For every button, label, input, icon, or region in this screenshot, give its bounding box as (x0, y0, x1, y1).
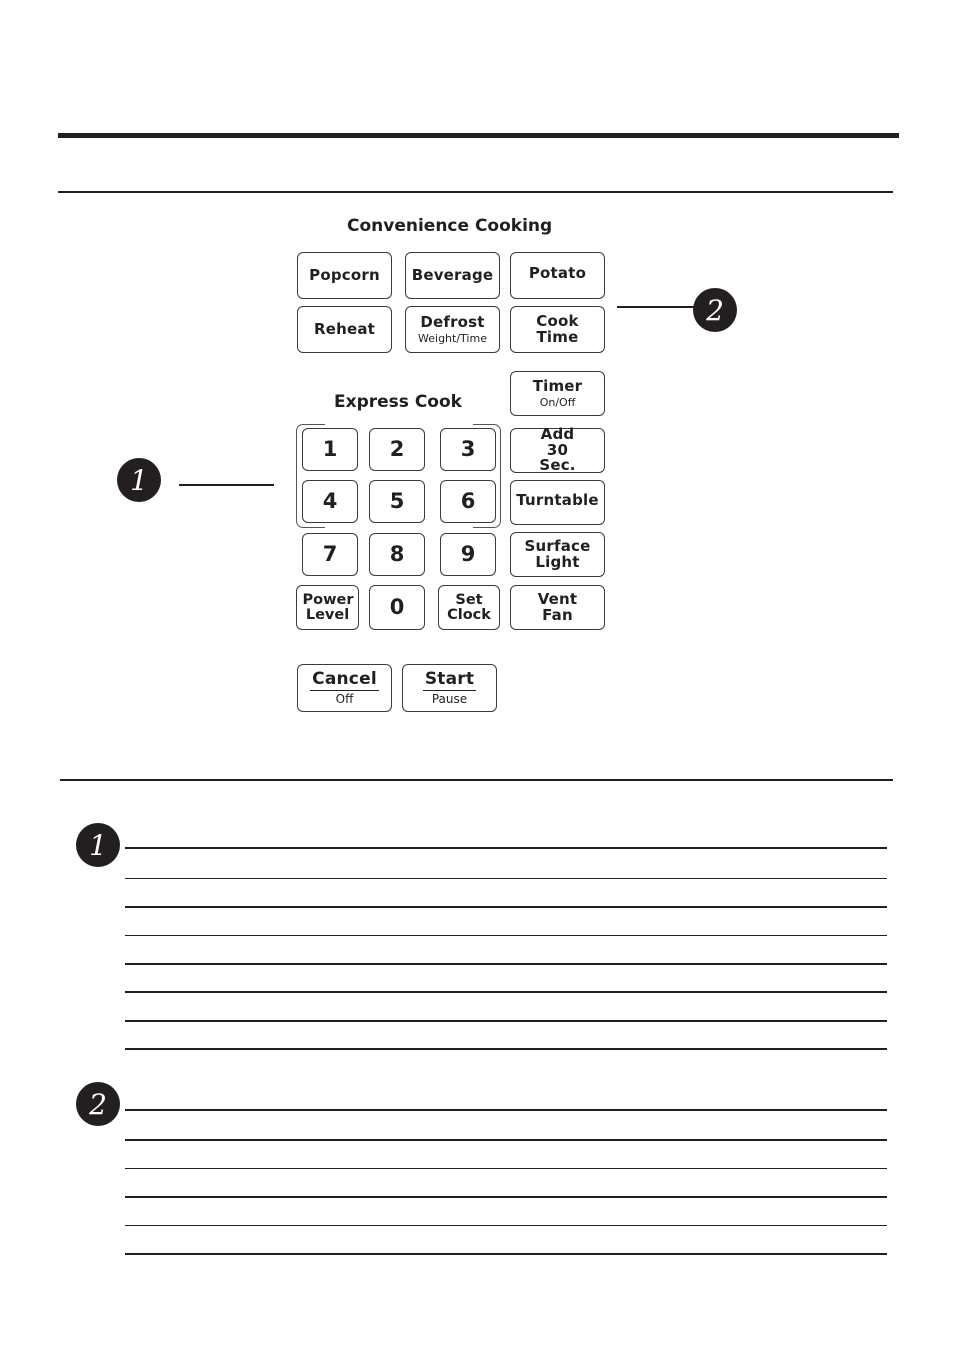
number-key-9[interactable]: 9 (440, 533, 496, 576)
section-1-line (125, 935, 887, 936)
add-30-sec-key[interactable]: Add 30 Sec. (510, 424, 605, 475)
key-sublabel: Weight/Time (418, 331, 487, 345)
number-key-1[interactable]: 1 (302, 428, 358, 471)
key-digit: 7 (322, 542, 338, 567)
section-2-line (125, 1196, 887, 1198)
section-2-line (125, 1168, 887, 1169)
key-label: Beverage (411, 265, 494, 284)
key-label: Set Clock (447, 592, 491, 623)
section-1-line (125, 991, 887, 993)
number-key-3[interactable]: 3 (440, 428, 496, 471)
number-key-7[interactable]: 7 (302, 533, 358, 576)
key-digit: 6 (460, 489, 476, 514)
key-digit: 3 (460, 437, 476, 462)
cancel-key[interactable]: Cancel Off (297, 664, 392, 712)
key-sublabel: On/Off (539, 395, 576, 409)
key-label: Start (422, 668, 477, 691)
section-2-badge: 2 (76, 1082, 120, 1126)
bracket-gap-bottom (325, 526, 473, 531)
number-key-4[interactable]: 4 (302, 480, 358, 523)
section-2-line (125, 1139, 887, 1141)
key-digit: 8 (389, 542, 405, 567)
set-clock-key[interactable]: Set Clock (438, 585, 500, 630)
key-digit: 2 (389, 437, 405, 462)
potato-key[interactable]: Potato (510, 252, 605, 299)
number-key-6[interactable]: 6 (440, 480, 496, 523)
diagram-bottom-rule (60, 779, 893, 781)
bracket-gap-top (325, 422, 473, 427)
key-label: Surface Light (524, 536, 591, 571)
number-key-0[interactable]: 0 (369, 585, 425, 630)
key-sublabel: Pause (431, 691, 468, 706)
key-label: Popcorn (309, 265, 380, 284)
callout-2-badge: 2 (693, 288, 737, 332)
beverage-key[interactable]: Beverage (405, 252, 500, 299)
key-label: Reheat (313, 319, 376, 338)
key-label: Turntable (516, 490, 599, 509)
key-label: Timer (532, 376, 583, 395)
section-1-line (125, 878, 887, 879)
key-sublabel: Off (335, 691, 354, 706)
section-1-line (125, 847, 887, 849)
cook-time-key[interactable]: Cook Time (510, 306, 605, 353)
key-digit: 5 (389, 489, 405, 514)
key-digit: 1 (322, 437, 338, 462)
section-2-line (125, 1109, 887, 1111)
key-label: Cook Time (536, 311, 579, 346)
key-digit: 4 (322, 489, 338, 514)
callout-2-leader (617, 306, 697, 308)
key-label: Power Level (302, 592, 354, 623)
vent-fan-key[interactable]: Vent Fan (510, 585, 605, 630)
key-digit: 0 (389, 595, 405, 620)
defrost-key[interactable]: Defrost Weight/Time (405, 306, 500, 353)
key-label: Cancel (310, 668, 379, 691)
number-key-5[interactable]: 5 (369, 480, 425, 523)
section-1-badge: 1 (76, 823, 120, 867)
number-key-8[interactable]: 8 (369, 533, 425, 576)
number-key-2[interactable]: 2 (369, 428, 425, 471)
section-1-line (125, 1048, 887, 1050)
surface-light-key[interactable]: Surface Light (510, 532, 605, 577)
callout-1-leader (179, 484, 274, 486)
header-rule-thick (58, 133, 899, 138)
power-level-key[interactable]: Power Level (296, 585, 359, 630)
reheat-key[interactable]: Reheat (297, 306, 392, 353)
section-1-line (125, 906, 887, 908)
key-digit: 9 (460, 542, 476, 567)
section-2-line (125, 1225, 887, 1226)
key-label: Defrost (420, 312, 485, 331)
turntable-key[interactable]: Turntable (510, 480, 605, 525)
convenience-cooking-heading: Convenience Cooking (347, 216, 553, 236)
key-label: Vent Fan (537, 589, 578, 624)
section-1-line (125, 1020, 887, 1022)
header-rule-thin (58, 191, 893, 193)
express-cook-heading: Express Cook (334, 392, 462, 412)
section-1-line (125, 963, 887, 965)
key-label: Add 30 Sec. (539, 424, 576, 475)
section-2-line (125, 1253, 887, 1255)
start-key[interactable]: Start Pause (402, 664, 497, 712)
timer-key[interactable]: Timer On/Off (510, 371, 605, 416)
key-label: Potato (528, 263, 587, 282)
callout-1-badge: 1 (117, 458, 161, 502)
popcorn-key[interactable]: Popcorn (297, 252, 392, 299)
